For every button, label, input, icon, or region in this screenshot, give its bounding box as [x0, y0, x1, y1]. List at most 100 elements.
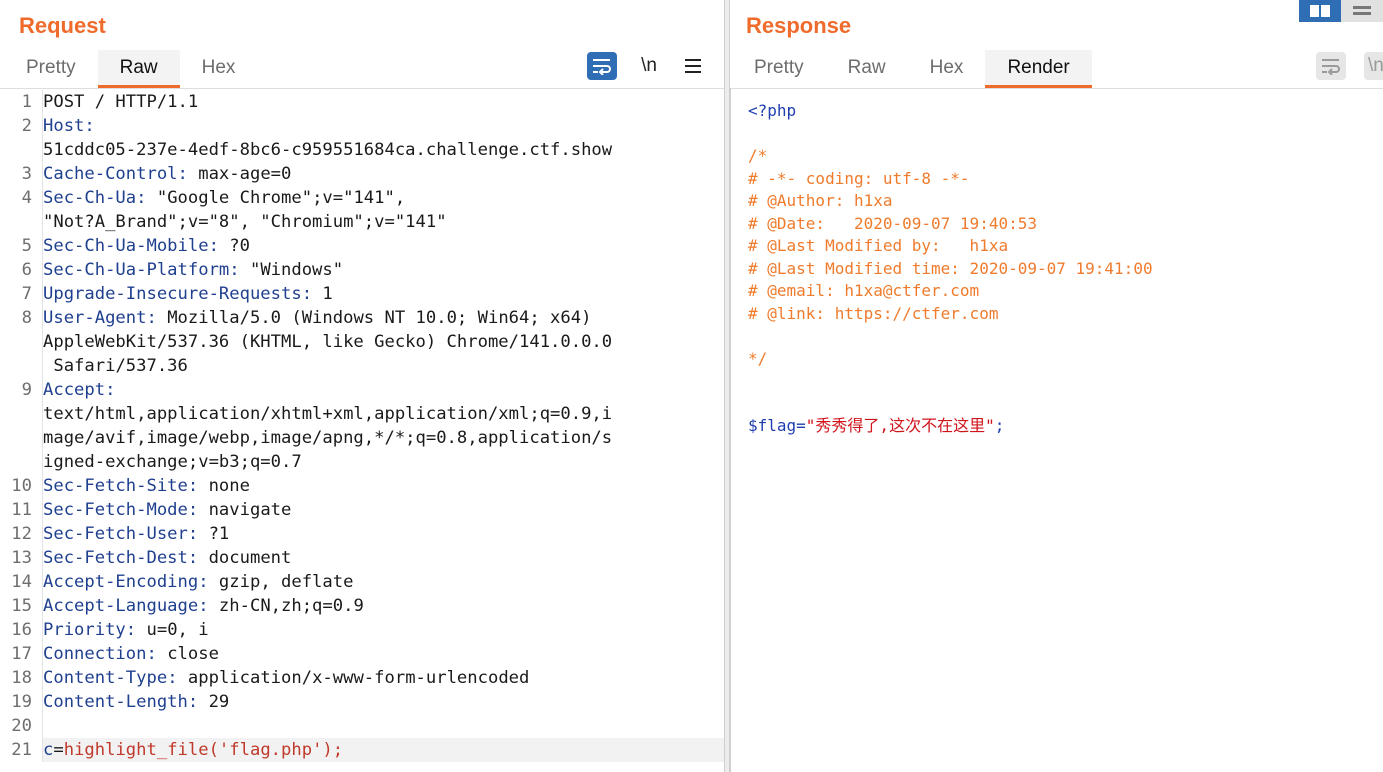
line-content: POST / HTTP/1.1	[42, 90, 724, 114]
line-content: Accept: text/html,application/xhtml+xml,…	[42, 378, 724, 474]
flag-variable: $flag=	[748, 416, 806, 435]
newline-toggle-button[interactable]: \n	[634, 52, 664, 80]
header-value: 51cddc05-237e-4edf-8bc6-c959551684ca.cha…	[43, 140, 613, 160]
response-tab-raw[interactable]: Raw	[826, 50, 908, 88]
line-number: 2	[21, 116, 32, 136]
request-line: 12 Sec-Fetch-User: ?1	[4, 522, 724, 546]
request-line: 2 Host: 51cddc05-237e-4edf-8bc6-c95955168…	[4, 114, 724, 162]
response-tab-pretty[interactable]: Pretty	[732, 50, 826, 88]
line-number: 16	[11, 620, 32, 640]
response-tab-render[interactable]: Render	[985, 50, 1092, 88]
header-name: Host	[43, 116, 85, 136]
comment-line: # @Last Modified by: h1xa	[748, 236, 1009, 255]
request-line: 16 Priority: u=0, i	[4, 618, 724, 642]
request-line: 18 Content-Type: application/x-www-form-u…	[4, 666, 724, 690]
request-line: 20	[4, 714, 724, 738]
header-name: Accept-Language	[43, 596, 199, 616]
request-line: 5 Sec-Ch-Ua-Mobile: ?0	[4, 234, 724, 258]
line-number: 4	[21, 188, 32, 208]
response-title: Response	[746, 13, 852, 38]
stacked-layout-icon[interactable]	[1341, 0, 1383, 22]
request-line: 6 Sec-Ch-Ua-Platform: "Windows"	[4, 258, 724, 282]
line-content: Host: 51cddc05-237e-4edf-8bc6-c959551684…	[42, 114, 724, 162]
line-content: Content-Type: application/x-www-form-url…	[42, 666, 724, 690]
header-name: User-Agent	[43, 308, 147, 328]
line-content: Sec-Ch-Ua: "Google Chrome";v="141", "Not…	[42, 186, 724, 234]
header-value: 29	[198, 692, 230, 712]
comment-line: # @link: https://ctfer.com	[748, 303, 999, 323]
hamburger-menu-icon[interactable]	[678, 52, 708, 80]
side-by-side-layout-icon[interactable]	[1299, 0, 1341, 22]
request-title: Request	[19, 13, 106, 38]
request-line: 17 Connection: close	[4, 642, 724, 666]
line-content: Accept-Language: zh-CN,zh;q=0.9	[42, 594, 724, 618]
request-line: 9 Accept: text/html,application/xhtml+xml…	[4, 378, 724, 474]
line-content: Priority: u=0, i	[42, 618, 724, 642]
line-number: 13	[11, 548, 32, 568]
line-number: 20	[11, 716, 32, 736]
line-number: 9	[21, 380, 32, 400]
header-value: ?1	[198, 524, 230, 544]
comment-line: # @email: h1xa@ctfer.com	[748, 281, 980, 300]
line-content: Sec-Fetch-Mode: navigate	[42, 498, 724, 522]
comment-line: /*	[748, 146, 768, 165]
php-comment-block: /* # -*- coding: utf-8 -*- # @Author: h1xa…	[748, 145, 1383, 370]
comment-line: # @Date: 2020-09-07 19:40:53	[748, 213, 1037, 233]
request-tab-pretty[interactable]: Pretty	[4, 50, 98, 88]
header-value: u=0, i	[136, 620, 209, 640]
line-content: Sec-Fetch-Dest: document	[42, 546, 724, 570]
line-number: 15	[11, 596, 32, 616]
line-number: 11	[11, 500, 32, 520]
flag-string-value: "秀秀得了,这次不在这里"	[805, 416, 995, 435]
body-param-name: c	[43, 740, 54, 760]
line-number: 7	[21, 284, 32, 304]
response-tabs: Pretty Raw Hex Render	[732, 50, 1092, 88]
wrap-lines-icon[interactable]	[1316, 52, 1346, 80]
request-line: 3 Cache-Control: max-age=0	[4, 162, 724, 186]
request-line: 8 User-Agent: Mozilla/5.0 (Windows NT 10.…	[4, 306, 724, 378]
header-name: Connection	[43, 644, 147, 664]
line-number: 5	[21, 236, 32, 256]
line-content: Sec-Fetch-Site: none	[42, 474, 724, 498]
response-tab-underline	[730, 88, 1383, 89]
header-name: Sec-Fetch-Mode	[43, 500, 188, 520]
request-line: 1 POST / HTTP/1.1	[4, 90, 724, 114]
request-tab-hex[interactable]: Hex	[180, 50, 258, 88]
newline-toggle-button[interactable]: \n	[1364, 52, 1383, 80]
layout-toggle-group	[1299, 0, 1383, 22]
response-pane: Response Pretty Raw Hex Render \n <?php /* #…	[730, 0, 1383, 772]
flag-assignment-line: $flag="秀秀得了,这次不在这里";	[748, 415, 1383, 438]
header-value: application/x-www-form-urlencoded	[177, 668, 530, 688]
header-name: Sec-Fetch-User	[43, 524, 188, 544]
request-line: 13 Sec-Fetch-Dest: document	[4, 546, 724, 570]
request-tabs: Pretty Raw Hex	[4, 50, 257, 88]
line-number: 1	[21, 92, 32, 112]
header-name: Cache-Control	[43, 164, 178, 184]
line-content: c=highlight_file('flag.php');	[42, 738, 724, 762]
line-number: 3	[21, 164, 32, 184]
header-value: text/html,application/xhtml+xml,applicat…	[43, 404, 613, 472]
line-content: Sec-Fetch-User: ?1	[42, 522, 724, 546]
line-content: Cache-Control: max-age=0	[42, 162, 724, 186]
header-name: Sec-Ch-Ua	[43, 188, 137, 208]
comment-line	[748, 325, 1383, 348]
request-editor[interactable]: 1 POST / HTTP/1.1 2 Host: 51cddc05-237e-4ed…	[4, 90, 724, 762]
header-name: Content-Type	[43, 668, 168, 688]
comment-line: # -*- coding: utf-8 -*-	[748, 168, 970, 188]
response-tab-hex[interactable]: Hex	[908, 50, 986, 88]
request-line: 15 Accept-Language: zh-CN,zh;q=0.9	[4, 594, 724, 618]
line-content: Sec-Ch-Ua-Mobile: ?0	[42, 234, 724, 258]
header-value: navigate	[198, 500, 292, 520]
request-tab-raw[interactable]: Raw	[97, 50, 180, 88]
header-value: gzip, deflate	[208, 572, 354, 592]
request-line: 10 Sec-Fetch-Site: none	[4, 474, 724, 498]
line-number: 17	[11, 644, 32, 664]
header-name: Accept	[43, 380, 106, 400]
comment-line: # @Last Modified time: 2020-09-07 19:41:…	[748, 258, 1153, 278]
line-content: Upgrade-Insecure-Requests: 1	[42, 282, 724, 306]
request-line: 14 Accept-Encoding: gzip, deflate	[4, 570, 724, 594]
comment-line: */	[748, 348, 768, 368]
wrap-lines-icon[interactable]	[587, 52, 617, 80]
header-value: 1	[312, 284, 333, 304]
header-value: max-age=0	[187, 164, 292, 184]
